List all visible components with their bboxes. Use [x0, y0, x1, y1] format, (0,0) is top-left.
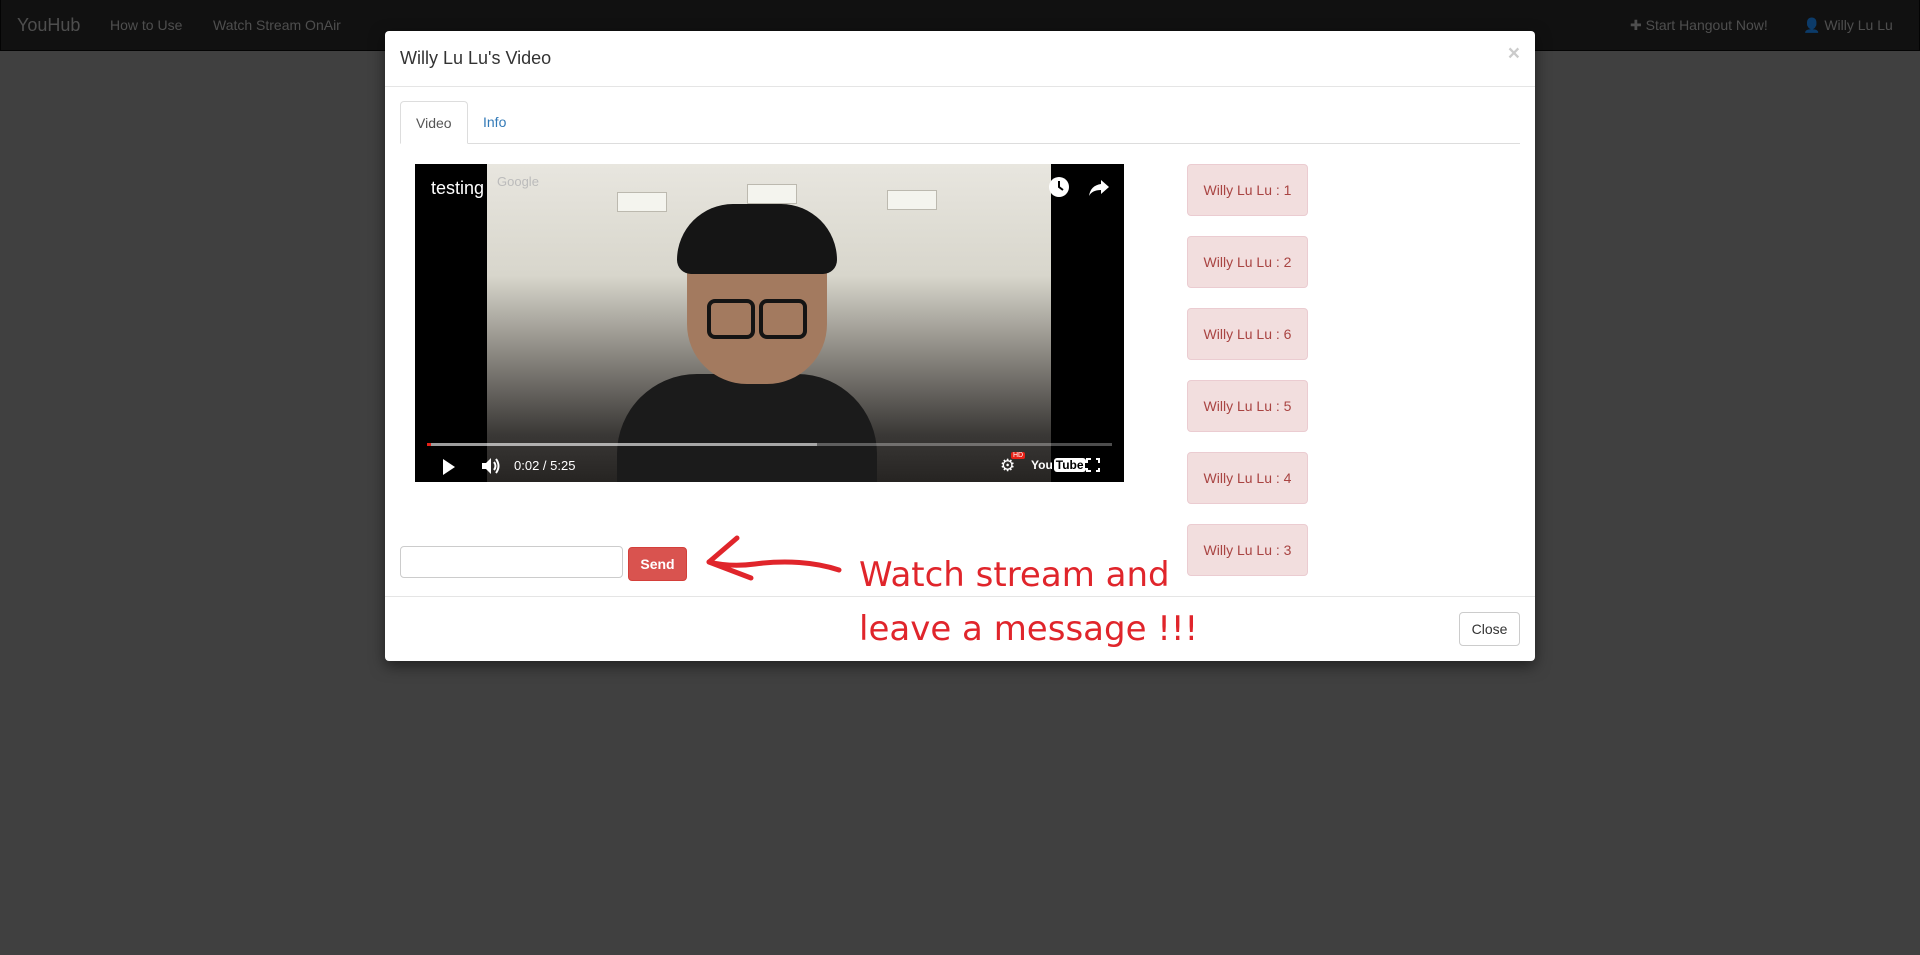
video-frame: [487, 164, 1051, 482]
streamer-figure: [617, 204, 877, 482]
ceiling-light: [887, 190, 937, 210]
hd-badge: HD: [1011, 452, 1026, 459]
fullscreen-icon[interactable]: [1085, 457, 1101, 473]
youtube-logo[interactable]: You Tube: [1031, 458, 1086, 472]
tab-video[interactable]: Video: [400, 101, 468, 144]
annotation-line-1: Watch stream and: [859, 555, 1170, 595]
play-icon[interactable]: [443, 459, 455, 475]
settings-icon[interactable]: ⚙: [1000, 456, 1015, 476]
video-top-icons: [1034, 176, 1110, 203]
list-item: Willy Lu Lu : 5: [1187, 380, 1308, 432]
close-button[interactable]: Close: [1459, 612, 1520, 646]
video-progress-bar[interactable]: [427, 443, 1112, 446]
list-item: Willy Lu Lu : 4: [1187, 452, 1308, 504]
video-title[interactable]: testing: [431, 178, 484, 199]
google-watermark: Google: [497, 174, 539, 189]
close-icon[interactable]: ×: [1508, 43, 1520, 64]
played-bar: [427, 443, 432, 446]
annotation-text: Watch stream and leave a message !!!: [859, 548, 1198, 656]
list-item: Willy Lu Lu : 6: [1187, 308, 1308, 360]
buffered-bar: [427, 443, 818, 446]
share-icon[interactable]: [1088, 176, 1110, 198]
clock-icon[interactable]: [1048, 176, 1070, 198]
tab-bar: Video Info: [400, 101, 1520, 144]
annotation-line-2: leave a message !!!: [859, 609, 1199, 649]
video-controls: 0:02 / 5:25 ⚙ HD You Tube: [415, 450, 1124, 482]
modal-header: Willy Lu Lu's Video ×: [385, 31, 1535, 87]
send-button[interactable]: Send: [628, 547, 687, 581]
message-list[interactable]: Willy Lu Lu : 1 Willy Lu Lu : 2 Willy Lu…: [1187, 164, 1317, 579]
volume-icon[interactable]: [481, 457, 501, 480]
list-item: Willy Lu Lu : 1: [1187, 164, 1308, 216]
video-time: 0:02 / 5:25: [514, 458, 576, 473]
glasses: [707, 299, 807, 339]
tab-info[interactable]: Info: [468, 101, 521, 143]
message-input[interactable]: [400, 546, 623, 578]
ceiling-light: [747, 184, 797, 204]
video-player[interactable]: testing Google 0:02 / 5:25 ⚙ HD You Tube: [415, 164, 1124, 482]
list-item: Willy Lu Lu : 3: [1187, 524, 1308, 576]
list-item: Willy Lu Lu : 2: [1187, 236, 1308, 288]
annotation-arrow: [706, 535, 842, 581]
modal-title: Willy Lu Lu's Video: [400, 48, 552, 68]
